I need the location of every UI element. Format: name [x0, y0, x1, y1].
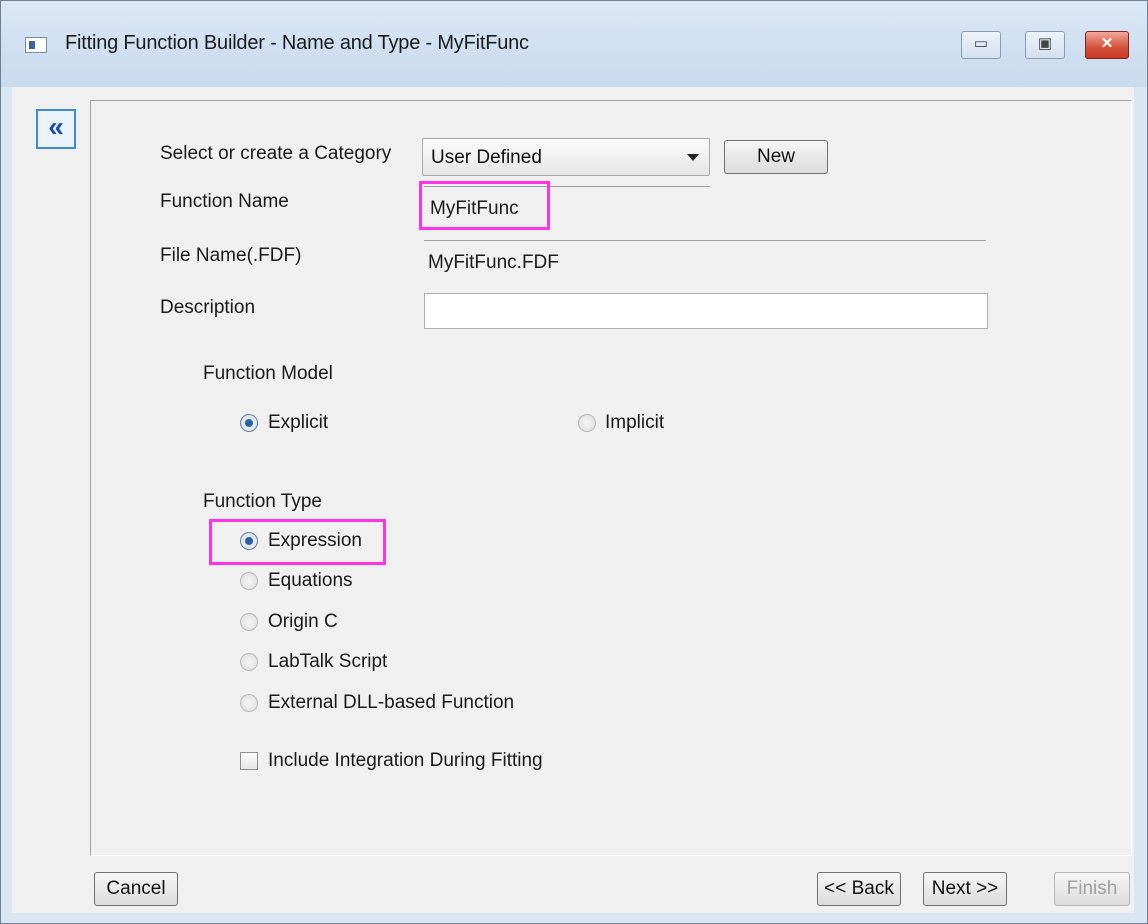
finish-button[interactable]: Finish — [1054, 872, 1130, 906]
description-input[interactable] — [424, 293, 988, 329]
file-name-label: File Name(.FDF) — [160, 245, 302, 266]
next-button[interactable]: Next >> — [923, 872, 1007, 906]
minimize-button[interactable]: ▭ — [961, 31, 1001, 59]
category-label: Select or create a Category — [160, 143, 392, 164]
function-name-highlight — [419, 181, 550, 230]
explicit-radio[interactable] — [240, 414, 258, 432]
labtalk-script-radio[interactable] — [240, 653, 258, 671]
file-name-value: MyFitFunc.FDF — [428, 252, 559, 273]
collapse-panel-button[interactable]: « — [36, 109, 76, 149]
external-dll-radio-label: External DLL-based Function — [268, 692, 515, 713]
maximize-button[interactable]: ▣ — [1025, 31, 1065, 59]
category-dropdown[interactable]: User Defined — [422, 138, 710, 176]
function-model-label: Function Model — [203, 363, 333, 384]
window-app-icon — [25, 37, 47, 53]
close-button[interactable]: ✕ — [1085, 31, 1129, 59]
description-label: Description — [160, 297, 256, 318]
function-name-label: Function Name — [160, 191, 289, 212]
name-and-type-panel — [90, 100, 1132, 856]
equations-radio-label: Equations — [268, 570, 353, 591]
include-integration-label: Include Integration During Fitting — [268, 750, 543, 771]
new-category-button[interactable]: New — [724, 140, 828, 174]
cancel-button[interactable]: Cancel — [94, 872, 178, 906]
implicit-radio[interactable] — [578, 414, 596, 432]
origin-c-radio-label: Origin C — [268, 611, 338, 632]
include-integration-checkbox[interactable] — [240, 752, 258, 770]
title-bar[interactable]: Fitting Function Builder - Name and Type… — [1, 1, 1147, 87]
category-selected-value: User Defined — [431, 147, 542, 168]
origin-c-radio[interactable] — [240, 613, 258, 631]
dropdown-arrow-icon — [687, 154, 699, 161]
external-dll-radio[interactable] — [240, 694, 258, 712]
function-type-label: Function Type — [203, 491, 323, 512]
explicit-radio-label: Explicit — [268, 412, 329, 433]
expression-highlight — [209, 519, 386, 565]
window-title: Fitting Function Builder - Name and Type… — [65, 32, 529, 54]
file-name-top-border — [424, 240, 986, 241]
implicit-radio-label: Implicit — [605, 412, 665, 433]
equations-radio[interactable] — [240, 572, 258, 590]
labtalk-script-radio-label: LabTalk Script — [268, 651, 388, 672]
back-button[interactable]: << Back — [817, 872, 901, 906]
